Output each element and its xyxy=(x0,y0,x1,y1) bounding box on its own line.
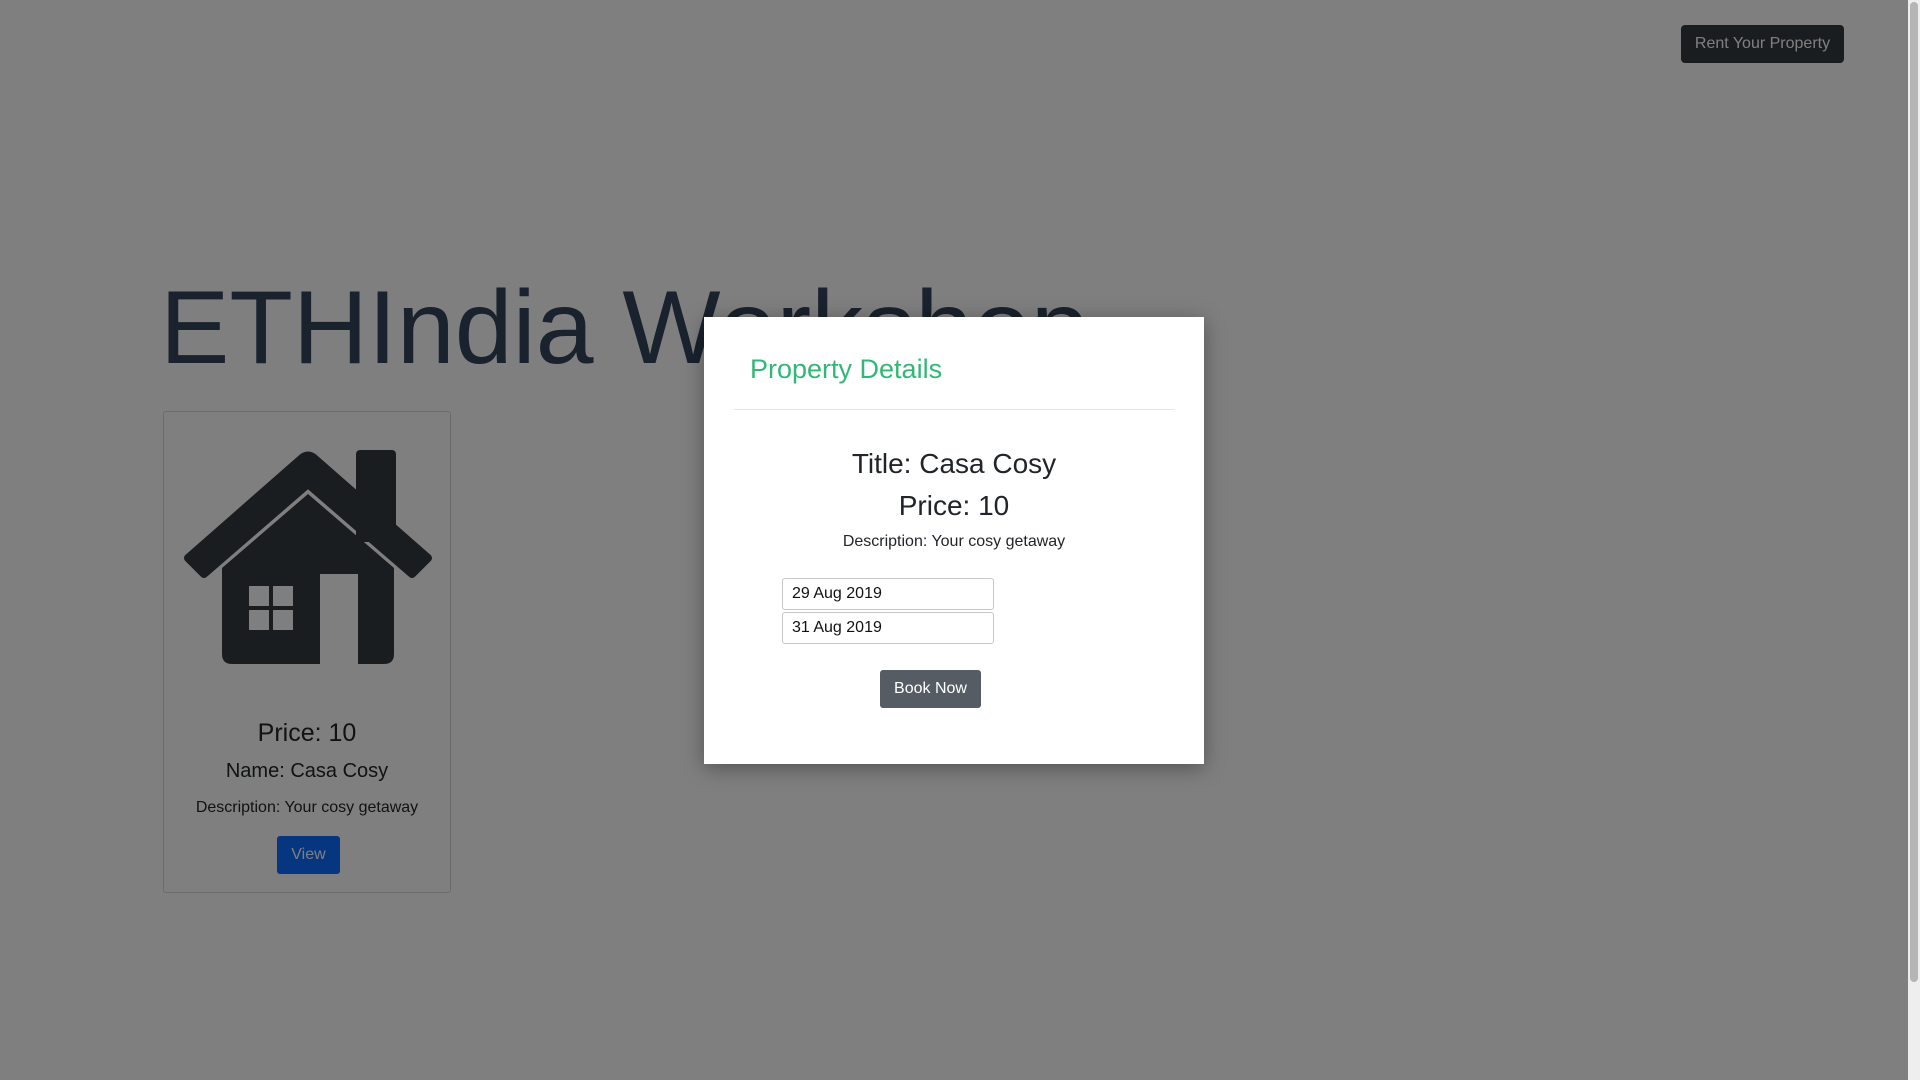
modal-title: Property Details xyxy=(750,354,943,384)
modal-description: Description: Your cosy getaway xyxy=(704,532,1204,552)
modal-title-value: Casa Cosy xyxy=(919,448,1057,479)
modal-price: Price: 10 xyxy=(704,489,1204,523)
modal-description-label: Description: xyxy=(842,533,932,550)
start-date-input[interactable] xyxy=(782,578,994,610)
end-date-input[interactable] xyxy=(782,612,994,644)
scrollbar-thumb[interactable] xyxy=(1910,2,1918,982)
modal-property-title: Title: Casa Cosy xyxy=(704,447,1204,481)
vertical-scrollbar[interactable] xyxy=(1908,0,1920,1080)
property-details-modal: Property Details Title: Casa Cosy Price:… xyxy=(704,317,1204,764)
modal-price-value: 10 xyxy=(978,490,1010,521)
modal-description-value: Your cosy getaway xyxy=(931,533,1066,550)
modal-divider xyxy=(734,409,1174,410)
book-now-button[interactable]: Book Now xyxy=(880,670,981,708)
modal-title-label: Title: xyxy=(851,448,920,479)
modal-price-label: Price: xyxy=(898,490,979,521)
